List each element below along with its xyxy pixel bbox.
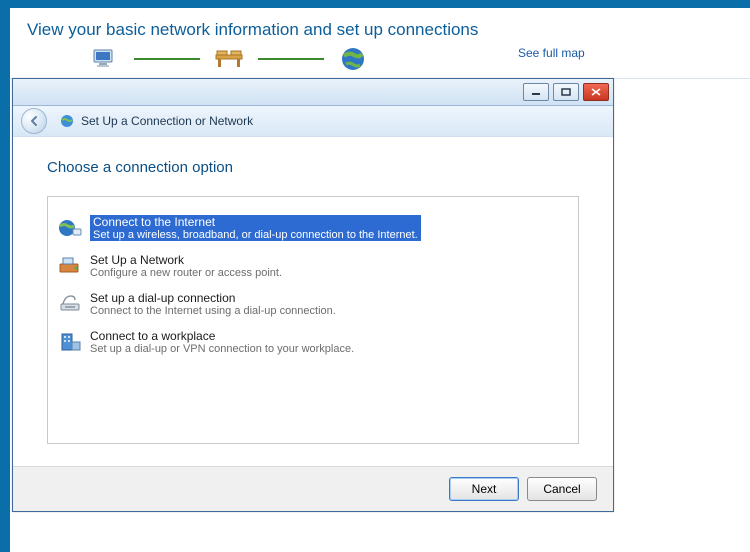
- building-network-icon: [56, 329, 84, 355]
- option-setup-network[interactable]: Set Up a Network Configure a new router …: [48, 249, 578, 283]
- back-button[interactable]: [21, 108, 47, 134]
- setup-connection-wizard: Set Up a Connection or Network Choose a …: [12, 78, 614, 512]
- cancel-button[interactable]: Cancel: [527, 477, 597, 501]
- wizard-nav-row: Set Up a Connection or Network: [13, 106, 613, 137]
- network-wizard-icon: [59, 113, 75, 129]
- close-button[interactable]: [583, 83, 609, 101]
- wizard-instruction: Choose a connection option: [47, 159, 579, 176]
- option-title: Connect to the Internet: [90, 215, 421, 229]
- left-stripe: [0, 0, 10, 552]
- bench-icon: [214, 46, 244, 72]
- globe-network-icon: [56, 215, 84, 241]
- wizard-titlebar: [13, 79, 613, 106]
- option-workplace[interactable]: Connect to a workplace Set up a dial-up …: [48, 325, 578, 359]
- network-map-strip: [90, 44, 368, 74]
- wizard-body: Choose a connection option Connect to th…: [13, 135, 613, 467]
- globe-icon: [338, 46, 368, 72]
- connection-line: [258, 58, 324, 60]
- window-controls: [523, 83, 609, 101]
- option-desc: Connect to the Internet using a dial-up …: [90, 305, 336, 317]
- modem-phone-icon: [56, 291, 84, 317]
- connection-options-list: Connect to the Internet Set up a wireles…: [47, 196, 579, 444]
- router-icon: [56, 253, 84, 279]
- option-title: Set Up a Network: [90, 253, 282, 267]
- see-full-map-link[interactable]: See full map: [518, 46, 585, 60]
- page-heading: View your basic network information and …: [27, 20, 478, 40]
- minimize-button[interactable]: [523, 83, 549, 101]
- option-title: Set up a dial-up connection: [90, 291, 336, 305]
- next-button[interactable]: Next: [449, 477, 519, 501]
- option-desc: Set up a wireless, broadband, or dial-up…: [90, 229, 421, 241]
- computer-icon: [90, 46, 120, 72]
- option-dialup[interactable]: Set up a dial-up connection Connect to t…: [48, 287, 578, 321]
- connection-line: [134, 58, 200, 60]
- option-desc: Configure a new router or access point.: [90, 267, 282, 279]
- option-connect-internet[interactable]: Connect to the Internet Set up a wireles…: [48, 211, 578, 245]
- wizard-footer: Next Cancel: [13, 466, 613, 511]
- top-stripe: [0, 0, 750, 8]
- wizard-title: Set Up a Connection or Network: [81, 114, 253, 128]
- option-desc: Set up a dial-up or VPN connection to yo…: [90, 343, 354, 355]
- maximize-button[interactable]: [553, 83, 579, 101]
- option-title: Connect to a workplace: [90, 329, 354, 343]
